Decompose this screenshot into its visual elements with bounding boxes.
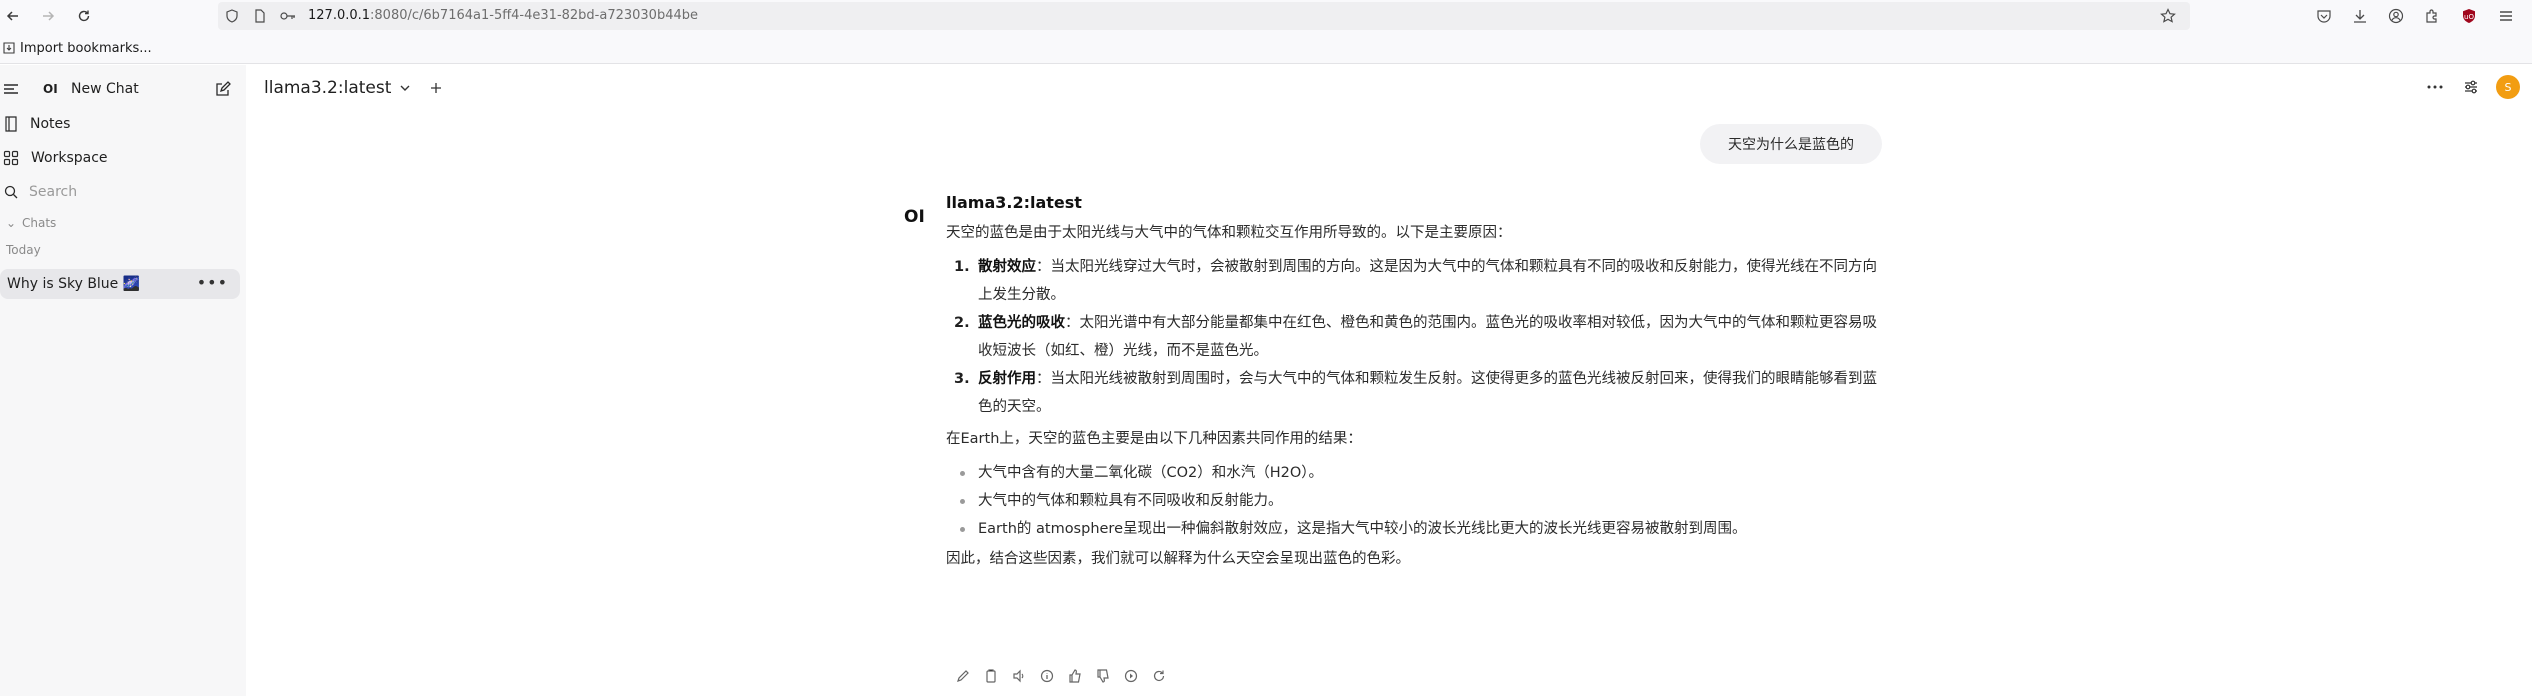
list-item-title: 蓝色光的吸收 — [978, 315, 1065, 331]
page-icon[interactable] — [252, 8, 268, 24]
chats-section-header[interactable]: ⌄ Chats — [0, 213, 246, 233]
model-selector[interactable]: llama3.2:latest — [264, 77, 443, 99]
browser-toolbar: 127.0.0.1:8080/c/6b7164a1-5ff4-4e31-82bd… — [0, 0, 2532, 32]
reload-icon[interactable] — [74, 6, 94, 26]
copy-icon[interactable] — [982, 667, 1000, 685]
notes-icon — [2, 115, 20, 133]
list-number: 2. — [954, 315, 970, 331]
browser-menu-icon[interactable] — [2496, 6, 2516, 26]
pocket-icon[interactable] — [2314, 6, 2334, 26]
ublock-icon[interactable]: uO — [2459, 6, 2479, 26]
app: OI New Chat Notes Workspace Search ⌄ Cha… — [0, 65, 2532, 696]
sidebar-item-workspace[interactable]: Workspace — [0, 144, 246, 172]
sidebar-item-notes[interactable]: Notes — [0, 110, 246, 138]
extensions-icon[interactable] — [2422, 6, 2442, 26]
list-item-text: ：当太阳光线被散射到周围时，会与大气中的气体和颗粒发生反射。这使得更多的蓝色光线… — [978, 371, 1877, 415]
forward-icon[interactable] — [38, 6, 58, 26]
import-icon — [3, 42, 15, 54]
chevron-down-icon: ⌄ — [6, 216, 17, 230]
model-name: llama3.2:latest — [264, 78, 392, 98]
new-chat-row: OI New Chat — [0, 75, 246, 103]
list-item: 1. 散射效应：当太阳光线穿过大气时，会被散射到周围的方向。这是因为大气中的气体和… — [946, 253, 1881, 309]
openwebui-logo: OI — [43, 82, 58, 96]
more-menu-icon[interactable] — [2424, 76, 2446, 98]
controls-icon[interactable] — [2460, 76, 2482, 98]
reasons-list: 1. 散射效应：当太阳光线穿过大气时，会被散射到周围的方向。这是因为大气中的气体和… — [946, 253, 1881, 421]
svg-text:uO: uO — [2464, 13, 2474, 21]
response-intro: 天空的蓝色是由于太阳光线与大气中的气体和颗粒交互作用所导致的。以下是主要原因： — [946, 225, 1512, 241]
list-item: 大气中含有的大量二氧化碳（CO2）和水汽（H2O）。 — [946, 459, 1881, 487]
list-item-text: ：太阳光谱中有大部分能量都集中在红色、橙色和黄色的范围内。蓝色光的吸收率相对较低… — [978, 315, 1877, 359]
today-section-label: Today — [6, 243, 41, 257]
sidebar-toggle-icon[interactable] — [2, 80, 20, 98]
chevron-down-icon — [400, 85, 410, 91]
info-icon[interactable] — [1038, 667, 1056, 685]
assistant-name: llama3.2:latest — [946, 193, 1082, 212]
url-bar[interactable]: 127.0.0.1:8080/c/6b7164a1-5ff4-4e31-82bd… — [218, 2, 2190, 30]
url-path: :8080/c/6b7164a1-5ff4-4e31-82bd-a723030b… — [370, 8, 699, 23]
list-item: 3. 反射作用：当太阳光线被散射到周围时，会与大气中的气体和颗粒发生反射。这使得更… — [946, 365, 1881, 421]
new-chat-edit-icon[interactable] — [214, 80, 232, 98]
search-icon — [2, 183, 20, 201]
sidebar-item-label: Workspace — [31, 150, 108, 166]
assistant-response: 天空的蓝色是由于太阳光线与大气中的气体和颗粒交互作用所导致的。以下是主要原因： … — [946, 219, 1881, 573]
user-message: 天空为什么是蓝色的 — [1700, 124, 1882, 164]
sidebar-item-label: Notes — [30, 116, 71, 132]
import-bookmarks-link[interactable]: Import bookmarks... — [2, 39, 152, 57]
bookmark-star-icon[interactable] — [2160, 8, 2176, 24]
chats-section-label: Chats — [22, 216, 57, 230]
read-aloud-icon[interactable] — [1010, 667, 1028, 685]
list-number: 3. — [954, 371, 970, 387]
bookmarks-toolbar: Import bookmarks... — [0, 32, 2532, 64]
key-icon[interactable] — [280, 8, 296, 24]
add-model-icon[interactable] — [429, 81, 443, 95]
chat-item-why-is-sky-blue[interactable]: Why is Sky Blue 🌌 ••• — [0, 269, 240, 299]
thumbs-up-icon[interactable] — [1066, 667, 1084, 685]
list-item: 2. 蓝色光的吸收：太阳光谱中有大部分能量都集中在红色、橙色和黄色的范围内。蓝色光… — [946, 309, 1881, 365]
list-item: Earth的 atmosphere呈现出一种偏斜散射效应，这是指大气中较小的波长… — [946, 515, 1881, 543]
more-options-icon[interactable]: ••• — [197, 273, 228, 292]
assistant-logo: OI — [904, 207, 925, 227]
workspace-icon — [2, 149, 20, 167]
list-item-title: 反射作用 — [978, 371, 1036, 387]
factors-list: 大气中含有的大量二氧化碳（CO2）和水汽（H2O）。 大气中的气体和颗粒具有不同… — [946, 459, 1881, 543]
today-section: Today — [0, 240, 246, 260]
message-actions — [954, 667, 1168, 685]
list-item-text: ：当太阳光线穿过大气时，会被散射到周围的方向。这是因为大气中的气体和颗粒具有不同… — [978, 259, 1877, 303]
response-middle: 在Earth上，天空的蓝色主要是由以下几种因素共同作用的结果： — [946, 431, 1362, 447]
thumbs-down-icon[interactable] — [1094, 667, 1112, 685]
account-icon[interactable] — [2386, 6, 2406, 26]
continue-icon[interactable] — [1122, 667, 1140, 685]
user-avatar[interactable]: S — [2496, 75, 2520, 99]
new-chat-button[interactable]: New Chat — [71, 81, 139, 97]
list-number: 1. — [954, 259, 970, 275]
edit-icon[interactable] — [954, 667, 972, 685]
search-input[interactable]: Search — [29, 184, 77, 200]
sidebar-search[interactable]: Search — [0, 178, 246, 206]
list-item: 大气中的气体和颗粒具有不同吸收和反射能力。 — [946, 487, 1881, 515]
downloads-icon[interactable] — [2350, 6, 2370, 26]
url-host: 127.0.0.1 — [308, 8, 371, 23]
sidebar: OI New Chat Notes Workspace Search ⌄ Cha… — [0, 65, 246, 696]
chat-item-title: Why is Sky Blue 🌌 — [7, 276, 141, 292]
response-conclusion: 因此，结合这些因素，我们就可以解释为什么天空会呈现出蓝色的色彩。 — [946, 551, 1410, 567]
back-icon[interactable] — [3, 6, 23, 26]
regenerate-icon[interactable] — [1150, 667, 1168, 685]
shield-icon[interactable] — [224, 8, 240, 24]
import-bookmarks-label: Import bookmarks... — [20, 40, 152, 56]
list-item-title: 散射效应 — [978, 259, 1036, 275]
url-text[interactable]: 127.0.0.1:8080/c/6b7164a1-5ff4-4e31-82bd… — [308, 8, 698, 24]
